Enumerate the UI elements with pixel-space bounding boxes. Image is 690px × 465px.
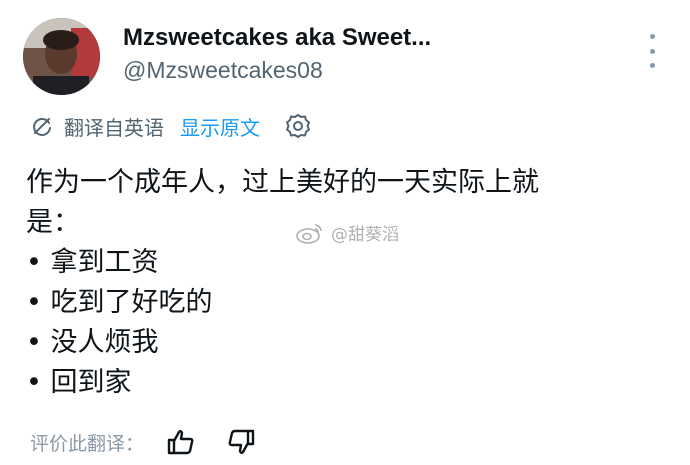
tweet-list-item: • 吃到了好吃的 xyxy=(26,287,213,318)
tweet-line: 作为一个成年人，过上美好的一天实际上就 xyxy=(26,167,539,198)
vertical-ellipsis-icon xyxy=(649,34,655,39)
watermark: @甜葵滔 xyxy=(295,220,399,245)
author-display-name[interactable]: Mzsweetcakes aka Sweet... xyxy=(123,24,431,52)
translation-bar: 翻译自英语 显示原文 xyxy=(30,111,312,141)
more-options-button[interactable] xyxy=(640,34,664,68)
tweet-list-item: • 拿到工资 xyxy=(26,247,159,278)
thumbs-down-icon[interactable] xyxy=(226,427,256,457)
watermark-text: @甜葵滔 xyxy=(331,225,399,245)
weibo-logo-icon xyxy=(295,221,325,245)
avatar[interactable] xyxy=(23,18,100,95)
translate-icon xyxy=(30,114,54,138)
tweet-list-item: • 没人烦我 xyxy=(26,327,159,358)
rate-translation-label: 评价此翻译： xyxy=(30,432,145,455)
thumbs-up-icon[interactable] xyxy=(166,427,196,457)
tweet-list-item: • 回到家 xyxy=(26,367,132,398)
tweet-text: 作为一个成年人，过上美好的一天实际上就 是： • 拿到工资 • 吃到了好吃的 •… xyxy=(26,163,539,403)
gear-icon[interactable] xyxy=(284,112,312,140)
rate-translation-bar: 评价此翻译： xyxy=(30,425,256,459)
show-original-link[interactable]: 显示原文 xyxy=(180,112,260,141)
translated-from-label: 翻译自英语 xyxy=(64,115,164,140)
author-handle[interactable]: @Mzsweetcakes08 xyxy=(123,57,323,84)
tweet-line: 是： xyxy=(26,207,80,238)
